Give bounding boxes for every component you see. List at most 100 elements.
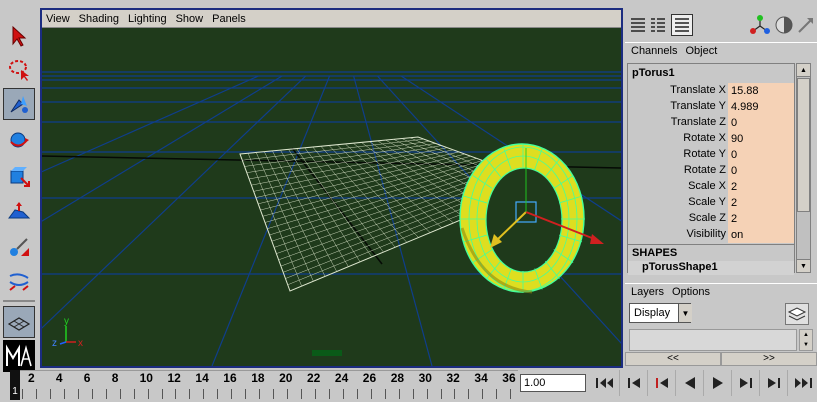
timeline-tick-mark	[468, 389, 470, 399]
go-to-start-button[interactable]	[592, 370, 620, 396]
channel-value[interactable]: 0	[728, 163, 794, 179]
maya-logo-icon	[6, 344, 32, 367]
timeline-tick-mark	[217, 389, 219, 399]
channel-value[interactable]: 4.989	[728, 99, 794, 115]
timeline-tick-mark	[189, 389, 191, 399]
viewport-scene[interactable]: y x z	[42, 28, 621, 366]
layer-type-select[interactable]: Display ▼	[629, 303, 692, 323]
channel-row-translate-x[interactable]: Translate X 15.88	[628, 83, 794, 99]
channel-value[interactable]: 2	[728, 195, 794, 211]
channel-row-scale-z[interactable]: Scale Z 2	[628, 211, 794, 227]
playback-controls	[592, 370, 817, 400]
go-to-end-button[interactable]	[788, 370, 816, 396]
channel-value[interactable]: 2	[728, 179, 794, 195]
channel-list-scrollbar[interactable]: ▲ ▼	[796, 63, 811, 273]
menu-layers[interactable]: Layers	[631, 286, 664, 298]
timeline-tick-mark	[175, 389, 177, 399]
timeline-tick-label: 28	[390, 371, 405, 385]
split-polygon-tool[interactable]	[3, 266, 35, 298]
step-forward-key-button[interactable]	[760, 370, 788, 396]
channel-row-rotate-y[interactable]: Rotate Y 0	[628, 147, 794, 163]
menu-view[interactable]: View	[46, 13, 70, 25]
paint-select-tool[interactable]	[3, 88, 35, 120]
timeline-tick-label: 24	[334, 371, 349, 385]
menu-options[interactable]: Options	[672, 286, 710, 298]
chevron-down-icon[interactable]: ▼	[678, 304, 692, 322]
channel-row-scale-y[interactable]: Scale Y 2	[628, 195, 794, 211]
hypershade-icon[interactable]	[795, 14, 817, 36]
object-name[interactable]: pTorus1	[632, 67, 675, 79]
scroll-thumb[interactable]	[797, 78, 810, 212]
channel-value[interactable]: 15.88	[728, 83, 794, 99]
next-page-button[interactable]: >>	[721, 352, 817, 366]
horizon-band	[42, 28, 621, 76]
timeline-tick-label: 12	[167, 371, 181, 385]
channel-value[interactable]: 0	[728, 115, 794, 131]
channel-row-rotate-z[interactable]: Rotate Z 0	[628, 163, 794, 179]
single-view-layout-button[interactable]	[3, 306, 35, 338]
curve-split-icon	[9, 273, 29, 291]
channel-row-translate-y[interactable]: Translate Y 4.989	[628, 99, 794, 115]
shapes-divider	[628, 244, 794, 245]
skip-end-icon	[795, 378, 812, 388]
scale-tool[interactable]	[3, 160, 35, 192]
layer-page-nav: << >>	[625, 352, 817, 366]
layer-type-value: Display	[634, 307, 671, 319]
channel-value[interactable]: 2	[728, 211, 794, 227]
layer-list[interactable]	[629, 329, 797, 351]
scroll-up-icon[interactable]: ▲	[800, 330, 812, 340]
layer-list-scrollbar[interactable]: ▲ ▼	[799, 329, 813, 351]
scroll-down-button[interactable]: ▼	[797, 259, 810, 272]
attribute-editor-icon[interactable]	[649, 16, 667, 34]
axis-indicator: y x z	[52, 316, 83, 349]
channel-value[interactable]: 0	[728, 147, 794, 163]
step-back-key-button[interactable]	[620, 370, 648, 396]
tool-settings-icon[interactable]	[749, 14, 771, 36]
time-slider[interactable]: 2 4 6 8 10 12 14 16 18 20 22 24 26 28 30 32 34 36	[10, 370, 518, 400]
timeline-tick-mark	[510, 389, 512, 399]
soft-mod-tool[interactable]	[3, 196, 35, 228]
select-tool[interactable]	[3, 20, 35, 52]
play-backwards-button[interactable]	[676, 370, 704, 396]
menu-lighting[interactable]: Lighting	[128, 13, 167, 25]
timeline-tick-mark	[119, 389, 121, 399]
current-time-field[interactable]: 1.00	[520, 374, 586, 392]
prev-page-button[interactable]: <<	[625, 352, 721, 366]
diagonal-arrow-icon	[798, 18, 813, 33]
new-layer-button[interactable]	[785, 303, 809, 325]
manipulator-icon	[10, 238, 29, 256]
shape-item[interactable]: pTorusShape1	[628, 261, 794, 275]
channel-layer-toggle[interactable]	[671, 14, 693, 36]
channel-row-translate-z[interactable]: Translate Z 0	[628, 115, 794, 131]
show-manipulator-tool[interactable]	[3, 232, 35, 264]
timeline-tick-mark	[22, 389, 23, 399]
torus-object	[459, 143, 585, 294]
combined-list-icon	[675, 18, 689, 32]
channel-row-visibility[interactable]: Visibility on	[628, 227, 794, 243]
tab-object[interactable]: Object	[685, 45, 717, 57]
channel-value[interactable]: 90	[728, 131, 794, 147]
channel-value[interactable]: on	[728, 227, 794, 243]
timeline-tick-mark	[342, 389, 344, 399]
channel-row-rotate-x[interactable]: Rotate X 90	[628, 131, 794, 147]
scroll-down-icon[interactable]: ▼	[800, 340, 812, 350]
render-view-icon[interactable]	[773, 14, 795, 36]
menu-panels[interactable]: Panels	[212, 13, 246, 25]
attribute-list-icon	[651, 18, 665, 32]
menu-shading[interactable]: Shading	[79, 13, 119, 25]
toolbox-divider	[3, 300, 35, 302]
scroll-up-button[interactable]: ▲	[797, 64, 810, 77]
lasso-icon	[9, 60, 29, 81]
channel-box-icon[interactable]	[629, 16, 647, 34]
step-forward-frame-button[interactable]	[732, 370, 760, 396]
step-back-frame-button[interactable]	[648, 370, 676, 396]
menu-show[interactable]: Show	[176, 13, 204, 25]
tab-channels[interactable]: Channels	[631, 45, 677, 57]
move-tool[interactable]	[3, 124, 35, 156]
play-forwards-button[interactable]	[704, 370, 732, 396]
lasso-tool[interactable]	[3, 54, 35, 86]
channel-row-scale-x[interactable]: Scale X 2	[628, 179, 794, 195]
timeline-tick-mark	[161, 389, 163, 399]
perspective-viewport[interactable]: View Shading Lighting Show Panels y x z	[40, 8, 623, 368]
step-back-key-icon	[627, 378, 640, 388]
